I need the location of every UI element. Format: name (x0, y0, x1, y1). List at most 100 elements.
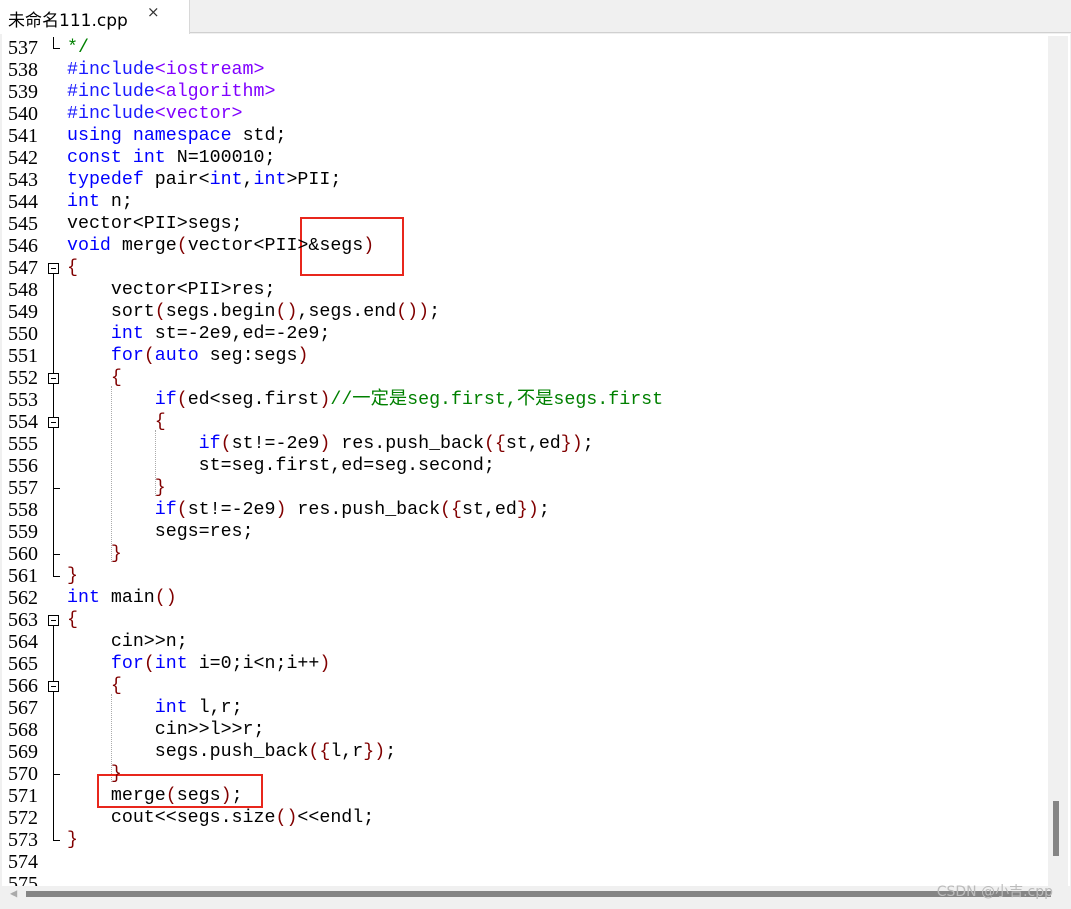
fold-gutter (46, 125, 62, 147)
code-line[interactable]: 548 vector<PII>res; (2, 279, 1042, 301)
code-line[interactable]: 544 int n; (2, 191, 1042, 213)
code-text: } (110, 544, 122, 564)
line-number: 561 (8, 565, 38, 587)
code-line[interactable]: 569 segs.push_back({l,r}); (2, 741, 1042, 763)
line-number: 538 (8, 59, 38, 81)
fold-line (46, 433, 62, 455)
code-line[interactable]: 556 st=seg.first,ed=seg.second; (2, 455, 1042, 477)
code-line[interactable]: 555 if(st!=-2e9) res.push_back({st,ed}); (2, 433, 1042, 455)
fold-line (46, 697, 62, 719)
code-text: vector<PII>res; (67, 280, 276, 300)
code-line[interactable]: 541 using namespace std; (2, 125, 1042, 147)
line-number: 553 (8, 389, 38, 411)
fold-gutter (46, 81, 62, 103)
line-number: 564 (8, 631, 38, 653)
code-text: } (67, 830, 78, 850)
fold-gutter (46, 587, 62, 609)
code-line[interactable]: 564 cin>>n; (2, 631, 1042, 653)
code-line[interactable]: 559 segs=res; (2, 521, 1042, 543)
fold-collapse-icon[interactable] (46, 609, 62, 631)
code-line[interactable]: 538 #include<iostream> (2, 59, 1042, 81)
code-line[interactable]: 558 if(st!=-2e9) res.push_back({st,ed}); (2, 499, 1042, 521)
code-line[interactable]: 552 { (2, 367, 1042, 389)
fold-line (46, 631, 62, 653)
fold-collapse-icon[interactable] (46, 367, 62, 389)
code-line[interactable]: 551 for(auto seg:segs) (2, 345, 1042, 367)
horizontal-scrollbar[interactable]: ◀ (2, 886, 1068, 902)
horizontal-scroll-thumb[interactable] (26, 891, 1051, 897)
line-number: 551 (8, 345, 38, 367)
code-line[interactable]: 539 #include<algorithm> (2, 81, 1042, 103)
code-line[interactable]: 561} (2, 565, 1042, 587)
close-icon[interactable]: × (147, 3, 160, 21)
code-line[interactable]: 554 { (2, 411, 1042, 433)
code-line[interactable]: 545 vector<PII>segs; (2, 213, 1042, 235)
fold-line (46, 521, 62, 543)
code-text: int main() (67, 588, 177, 608)
code-text: cin>>l>>r; (67, 720, 265, 740)
code-text: typedef pair<int,int>PII; (67, 170, 342, 190)
line-number: 557 (8, 477, 38, 499)
tab-bar: 未命名111.cpp × (0, 0, 1071, 34)
fold-gutter (46, 213, 62, 235)
code-line[interactable]: 562 int main() (2, 587, 1042, 609)
code-text: if(st!=-2e9) res.push_back({st,ed}); (198, 434, 594, 454)
code-line[interactable]: 549 sort(segs.begin(),segs.end()); (2, 301, 1042, 323)
vertical-scroll-thumb[interactable] (1053, 801, 1059, 856)
code-text: int n; (67, 192, 133, 212)
line-number: 559 (8, 521, 38, 543)
fold-line (46, 741, 62, 763)
tab-title: 未命名111.cpp (8, 11, 128, 31)
fold-line (46, 477, 62, 499)
line-number: 567 (8, 697, 38, 719)
fold-collapse-icon[interactable] (46, 257, 62, 279)
code-text: using namespace std; (67, 126, 287, 146)
fold-collapse-icon[interactable] (46, 675, 62, 697)
code-line[interactable]: 568 cin>>l>>r; (2, 719, 1042, 741)
line-number: 555 (8, 433, 38, 455)
line-number: 571 (8, 785, 38, 807)
code-line[interactable]: 537 */ (2, 37, 1042, 59)
code-line[interactable]: 571 merge(segs); (2, 785, 1042, 807)
fold-gutter (46, 191, 62, 213)
code-editor[interactable]: 537 */ 538 #include<iostream> 539 #include<al… (2, 34, 1070, 886)
code-line[interactable]: 560 } (2, 543, 1042, 565)
code-line[interactable]: 557 } (2, 477, 1042, 499)
code-line[interactable]: 567 int l,r; (2, 697, 1042, 719)
code-line[interactable]: 542 const int N=100010; (2, 147, 1042, 169)
code-text: cin>>n; (67, 632, 188, 652)
code-text: segs=res; (67, 522, 254, 542)
code-line[interactable]: 540 #include<vector> (2, 103, 1042, 125)
code-line[interactable]: 566 { (2, 675, 1042, 697)
code-text: segs.push_back({l,r}); (67, 742, 397, 762)
code-text: cout<<segs.size()<<endl; (67, 808, 375, 828)
code-line[interactable]: 563 { (2, 609, 1042, 631)
fold-line (46, 543, 62, 565)
line-number: 546 (8, 235, 38, 257)
line-number: 560 (8, 543, 38, 565)
line-number: 554 (8, 411, 38, 433)
code-line[interactable]: 572 cout<<segs.size()<<endl; (2, 807, 1042, 829)
code-line[interactable]: 570 } (2, 763, 1042, 785)
fold-gutter (46, 147, 62, 169)
code-text: */ (67, 38, 89, 58)
line-number: 541 (8, 125, 38, 147)
fold-collapse-icon[interactable] (46, 411, 62, 433)
code-line[interactable]: 574 (2, 851, 1042, 873)
line-number: 545 (8, 213, 38, 235)
code-line[interactable]: 550 int st=-2e9,ed=-2e9; (2, 323, 1042, 345)
code-line[interactable]: 573} (2, 829, 1042, 851)
fold-line (46, 785, 62, 807)
code-line[interactable]: 553 if(ed<seg.first)//一定是seg.first,不是seg… (2, 389, 1042, 411)
code-text: } (110, 764, 122, 784)
code-line[interactable]: 565 for(int i=0;i<n;i++) (2, 653, 1042, 675)
vertical-scrollbar[interactable] (1048, 36, 1068, 886)
tab-file[interactable]: 未命名111.cpp × (0, 0, 190, 34)
code-line[interactable]: 546 void merge(vector<PII>&segs) (2, 235, 1042, 257)
scroll-left-icon[interactable]: ◀ (10, 886, 17, 901)
fold-gutter (46, 851, 62, 873)
code-line[interactable]: 575 (2, 873, 1042, 886)
fold-gutter (46, 235, 62, 257)
code-line[interactable]: 547 { (2, 257, 1042, 279)
code-line[interactable]: 543 typedef pair<int,int>PII; (2, 169, 1042, 191)
